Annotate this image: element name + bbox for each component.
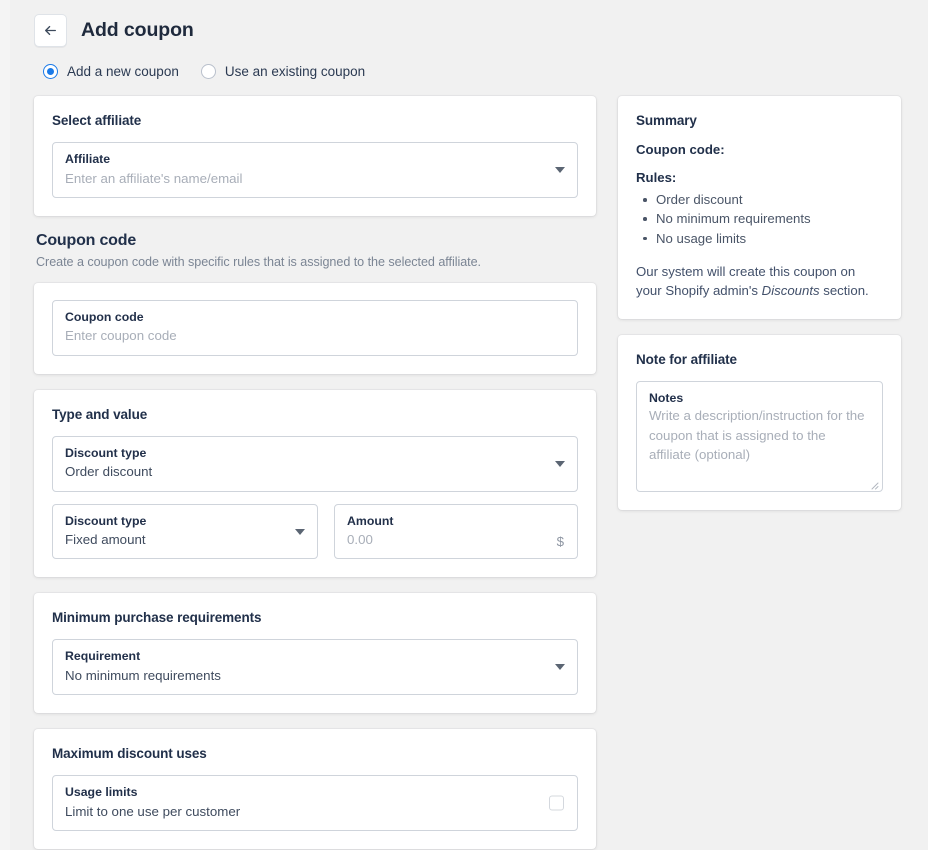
chevron-down-icon (295, 528, 305, 535)
resize-handle-icon[interactable] (868, 477, 879, 490)
coupon-code-card: Coupon code Enter coupon code (34, 282, 596, 374)
coupon-code-input[interactable]: Coupon code Enter coupon code (52, 299, 578, 356)
page-columns: Select affiliate Affiliate Enter an affi… (34, 96, 901, 850)
summary-rules-list: Order discount No minimum requirements N… (636, 190, 883, 248)
note-for-affiliate-card: Note for affiliate Notes Write a descrip… (618, 335, 901, 511)
usage-limits-checkbox[interactable] (549, 795, 564, 811)
main-column: Select affiliate Affiliate Enter an affi… (34, 96, 596, 850)
arrow-left-icon (42, 22, 59, 39)
summary-note: Our system will create this coupon on yo… (636, 262, 883, 301)
coupon-code-placeholder: Enter coupon code (65, 328, 177, 344)
summary-note-emphasis: Discounts (761, 283, 820, 299)
discount-value-type-label: Discount type (65, 513, 147, 528)
usage-limits-row[interactable]: Usage limits Limit to one use per custom… (52, 775, 578, 832)
requirement-value: No minimum requirements (65, 668, 221, 684)
discount-value-row: Discount type Fixed amount Amount 0.00 $ (52, 503, 578, 560)
notes-placeholder: Write a description/instruction for the … (649, 408, 865, 463)
minimum-purchase-title: Minimum purchase requirements (52, 610, 262, 626)
notes-textarea[interactable]: Notes Write a description/instruction fo… (636, 381, 883, 493)
page-title: Add coupon (81, 19, 194, 41)
summary-note-suffix: section. (819, 283, 869, 299)
requirement-select[interactable]: Requirement No minimum requirements (52, 639, 578, 696)
summary-card: Summary Coupon code: Rules: Order discou… (618, 96, 901, 320)
affiliate-placeholder: Enter an affiliate's name/email (65, 170, 243, 186)
amount-label: Amount (347, 513, 394, 528)
back-button[interactable] (34, 14, 67, 47)
side-column: Summary Coupon code: Rules: Order discou… (618, 96, 901, 526)
radio-indicator-selected[interactable] (43, 64, 58, 79)
summary-title: Summary (636, 113, 697, 128)
radio-use-existing-coupon[interactable]: Use an existing coupon (200, 64, 366, 79)
add-coupon-page: Add coupon Add a new coupon Use an exist… (0, 0, 928, 850)
affiliate-label: Affiliate (65, 152, 111, 166)
discount-value-type-value: Fixed amount (65, 532, 146, 548)
amount-input[interactable]: Amount 0.00 $ (334, 503, 578, 560)
radio-label-add-new-coupon: Add a new coupon (67, 64, 179, 79)
radio-add-new-coupon[interactable]: Add a new coupon (43, 64, 179, 79)
usage-limits-value: Limit to one use per customer (65, 803, 241, 819)
affiliate-select[interactable]: Affiliate Enter an affiliate's name/emai… (52, 142, 578, 198)
summary-coupon-code-label: Coupon code: (636, 142, 725, 157)
notes-label: Notes (649, 391, 684, 406)
summary-rules-label: Rules: (636, 170, 677, 185)
type-and-value-card: Type and value Discount type Order disco… (34, 389, 596, 578)
maximum-uses-title: Maximum discount uses (52, 746, 207, 762)
radio-label-use-existing-coupon: Use an existing coupon (224, 64, 366, 79)
chevron-down-icon (555, 664, 565, 671)
coupon-code-heading: Coupon code (36, 231, 137, 249)
maximum-uses-card: Maximum discount uses Usage limits Limit… (34, 729, 596, 850)
usage-limits-label: Usage limits (65, 785, 138, 800)
discount-type-value: Order discount (65, 464, 153, 480)
note-for-affiliate-title: Note for affiliate (636, 352, 737, 368)
page-header: Add coupon (34, 14, 894, 47)
discount-type-label: Discount type (65, 445, 147, 460)
chevron-down-icon (555, 460, 565, 467)
radio-indicator-unselected[interactable] (200, 64, 216, 79)
list-item: Order discount (636, 190, 883, 209)
coupon-code-label: Coupon code (65, 309, 144, 324)
list-item: No minimum requirements (636, 209, 883, 228)
discount-type-select[interactable]: Discount type Order discount (52, 435, 578, 492)
minimum-purchase-card: Minimum purchase requirements Requiremen… (34, 593, 596, 714)
coupon-code-description: Create a coupon code with specific rules… (36, 254, 482, 269)
select-affiliate-title: Select affiliate (52, 113, 142, 128)
select-affiliate-card: Select affiliate Affiliate Enter an affi… (34, 96, 596, 216)
coupon-mode-radio-group: Add a new coupon Use an existing coupon (43, 64, 894, 79)
type-and-value-title: Type and value (52, 406, 148, 422)
amount-placeholder: 0.00 (347, 532, 373, 548)
chevron-down-icon (555, 166, 565, 173)
coupon-code-section-heading: Coupon code Create a coupon code with sp… (36, 232, 596, 269)
requirement-label: Requirement (65, 649, 141, 664)
discount-value-type-select[interactable]: Discount type Fixed amount (52, 503, 318, 560)
list-item: No usage limits (636, 229, 883, 248)
currency-symbol: $ (556, 534, 564, 550)
